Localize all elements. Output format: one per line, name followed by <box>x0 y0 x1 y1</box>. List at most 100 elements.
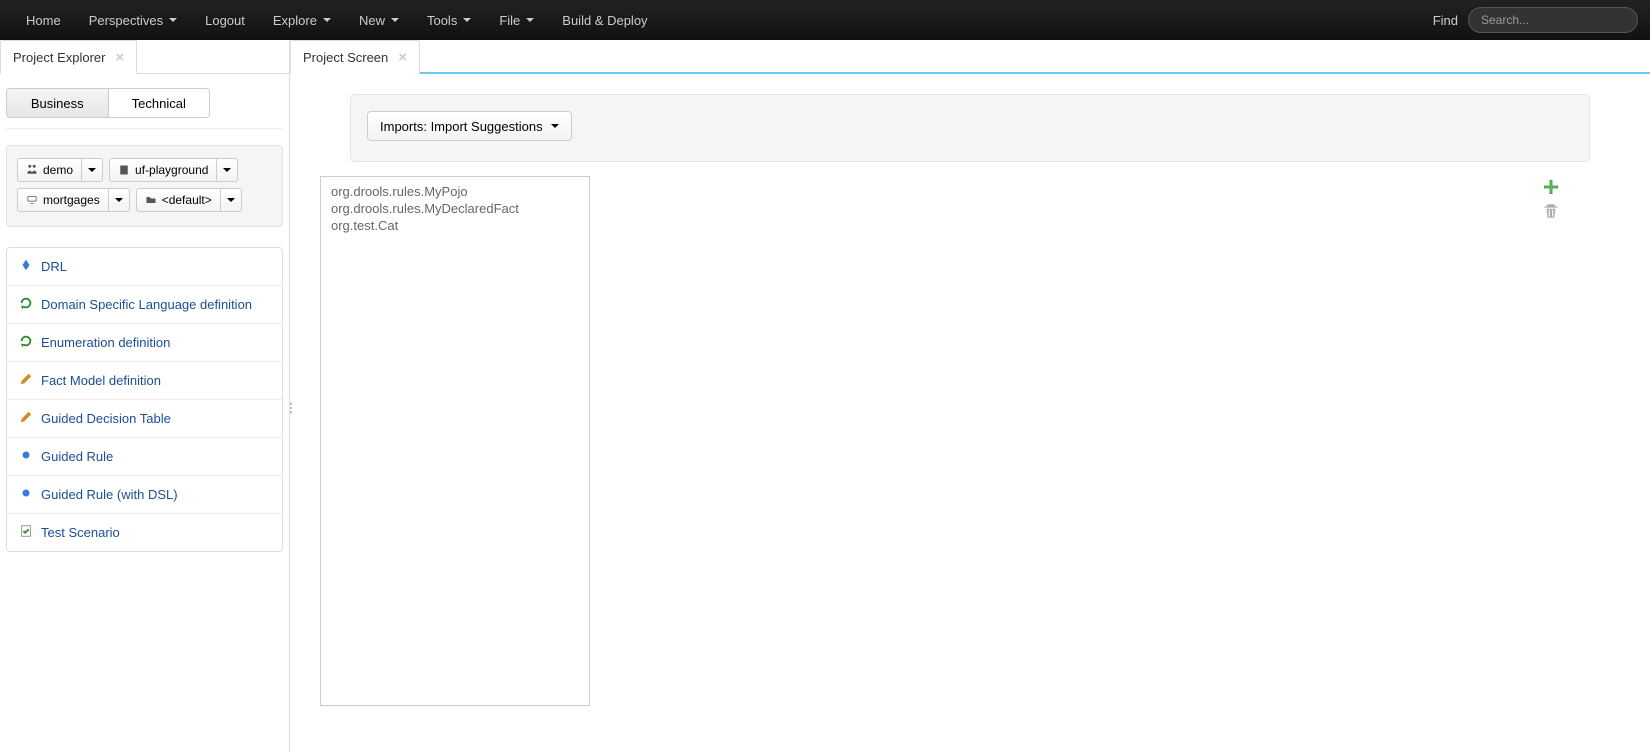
chevron-down-icon <box>526 18 534 22</box>
breadcrumb-package-label: <default> <box>162 193 212 207</box>
close-icon[interactable]: × <box>115 50 124 65</box>
tab-project-explorer-label: Project Explorer <box>13 50 105 65</box>
asset-item-label: DRL <box>41 259 67 274</box>
asset-item-label: Guided Rule (with DSL) <box>41 487 178 502</box>
nav-item-build-deploy[interactable]: Build & Deploy <box>548 0 661 40</box>
breadcrumb-org-caret[interactable] <box>82 158 103 182</box>
nav-item-perspectives[interactable]: Perspectives <box>75 0 191 40</box>
tab-project-explorer[interactable]: Project Explorer × <box>0 40 137 74</box>
imports-row: org.drools.rules.MyPojoorg.drools.rules.… <box>320 176 1650 706</box>
imports-listbox[interactable]: org.drools.rules.MyPojoorg.drools.rules.… <box>320 176 590 706</box>
close-icon[interactable]: × <box>398 50 407 65</box>
diamond-icon <box>19 258 33 275</box>
asset-list: DRL Domain Specific Language definition En… <box>6 247 283 552</box>
breadcrumb-org[interactable]: demo <box>17 158 103 182</box>
nav-item-tools[interactable]: Tools <box>413 0 485 40</box>
nav-item-home[interactable]: Home <box>12 0 75 40</box>
asset-item-label: Guided Rule <box>41 449 113 464</box>
nav-item-label: Perspectives <box>89 13 163 28</box>
asset-item-label: Fact Model definition <box>41 373 161 388</box>
pencil-icon <box>19 410 33 427</box>
chevron-down-icon <box>115 198 123 202</box>
breadcrumb-org-label: demo <box>43 163 73 177</box>
import-option[interactable]: org.drools.rules.MyDeclaredFact <box>331 200 579 217</box>
breadcrumb-project-caret[interactable] <box>109 188 130 212</box>
asset-item[interactable]: Fact Model definition <box>7 361 282 399</box>
nav-item-label: Logout <box>205 13 245 28</box>
chevron-down-icon <box>551 124 559 128</box>
imports-panel: Imports: Import Suggestions <box>350 94 1590 162</box>
breadcrumb-project-label: mortgages <box>43 193 100 207</box>
breadcrumb-package-caret[interactable] <box>221 188 242 212</box>
breadcrumb-repo[interactable]: uf-playground <box>109 158 238 182</box>
breadcrumb-project[interactable]: mortgages <box>17 188 130 212</box>
group-icon <box>26 164 38 176</box>
asset-item-label: Guided Decision Table <box>41 411 171 426</box>
nav-item-label: Home <box>26 13 61 28</box>
search-input[interactable] <box>1468 7 1638 33</box>
chevron-down-icon <box>88 168 96 172</box>
nav-item-label: Explore <box>273 13 317 28</box>
asset-item[interactable]: DRL <box>7 248 282 285</box>
chevron-down-icon <box>223 168 231 172</box>
splitter-handle[interactable] <box>287 396 295 420</box>
asset-item-label: Test Scenario <box>41 525 120 540</box>
pencil-icon <box>19 372 33 389</box>
breadcrumb-panel: demo uf-playground mortgages <box>6 145 283 227</box>
nav-item-label: Tools <box>427 13 457 28</box>
breadcrumb-repo-label: uf-playground <box>135 163 208 177</box>
business-toggle-button[interactable]: Business <box>7 89 109 117</box>
view-toggle: Business Technical <box>6 88 210 118</box>
import-option[interactable]: org.drools.rules.MyPojo <box>331 183 579 200</box>
asset-item-label: Domain Specific Language definition <box>41 297 252 312</box>
chevron-down-icon <box>391 18 399 22</box>
asset-item[interactable]: Guided Rule (with DSL) <box>7 475 282 513</box>
asset-item-label: Enumeration definition <box>41 335 170 350</box>
nav-item-label: File <box>499 13 520 28</box>
right-pane: Project Screen × Imports: Import Suggest… <box>290 40 1650 752</box>
dot-blue-icon <box>19 486 33 503</box>
asset-item[interactable]: Domain Specific Language definition <box>7 285 282 323</box>
tab-project-screen[interactable]: Project Screen × <box>290 40 420 74</box>
technical-toggle-button[interactable]: Technical <box>109 89 210 117</box>
find-label: Find <box>1433 13 1458 28</box>
asset-item[interactable]: Guided Rule <box>7 437 282 475</box>
asset-item[interactable]: Enumeration definition <box>7 323 282 361</box>
left-tab-bar: Project Explorer × <box>0 40 289 74</box>
nav-item-new[interactable]: New <box>345 0 413 40</box>
divider <box>6 128 283 129</box>
add-icon[interactable] <box>1542 178 1560 196</box>
nav-item-explore[interactable]: Explore <box>259 0 345 40</box>
breadcrumb-org-button[interactable]: demo <box>17 158 82 182</box>
import-option[interactable]: org.test.Cat <box>331 217 579 234</box>
tab-project-screen-label: Project Screen <box>303 50 388 65</box>
chevron-down-icon <box>227 198 235 202</box>
nav-item-logout[interactable]: Logout <box>191 0 259 40</box>
chevron-down-icon <box>323 18 331 22</box>
breadcrumb-package-button[interactable]: <default> <box>136 188 221 212</box>
nav-item-label: Build & Deploy <box>562 13 647 28</box>
refresh-green-icon <box>19 334 33 351</box>
top-navbar: Home Perspectives Logout Explore New Tools Fil… <box>0 0 1650 40</box>
right-tab-bar: Project Screen × <box>290 40 1650 74</box>
imports-dropdown-button[interactable]: Imports: Import Suggestions <box>367 111 572 141</box>
breadcrumb-package[interactable]: <default> <box>136 188 242 212</box>
check-clip-icon <box>19 524 33 541</box>
nav-item-file[interactable]: File <box>485 0 548 40</box>
building-icon <box>118 164 130 176</box>
asset-item[interactable]: Guided Decision Table <box>7 399 282 437</box>
asset-item[interactable]: Test Scenario <box>7 513 282 551</box>
imports-dropdown-label: Imports: Import Suggestions <box>380 119 543 134</box>
refresh-green-icon <box>19 296 33 313</box>
nav-menu: Home Perspectives Logout Explore New Tools Fil… <box>12 0 662 40</box>
breadcrumb-repo-button[interactable]: uf-playground <box>109 158 217 182</box>
dot-blue-icon <box>19 448 33 465</box>
monitor-icon <box>26 194 38 206</box>
imports-actions <box>1542 176 1560 706</box>
trash-icon[interactable] <box>1542 202 1560 220</box>
nav-item-label: New <box>359 13 385 28</box>
breadcrumb-project-button[interactable]: mortgages <box>17 188 109 212</box>
left-pane: Project Explorer × Business Technical de… <box>0 40 290 752</box>
breadcrumb-repo-caret[interactable] <box>217 158 238 182</box>
chevron-down-icon <box>169 18 177 22</box>
